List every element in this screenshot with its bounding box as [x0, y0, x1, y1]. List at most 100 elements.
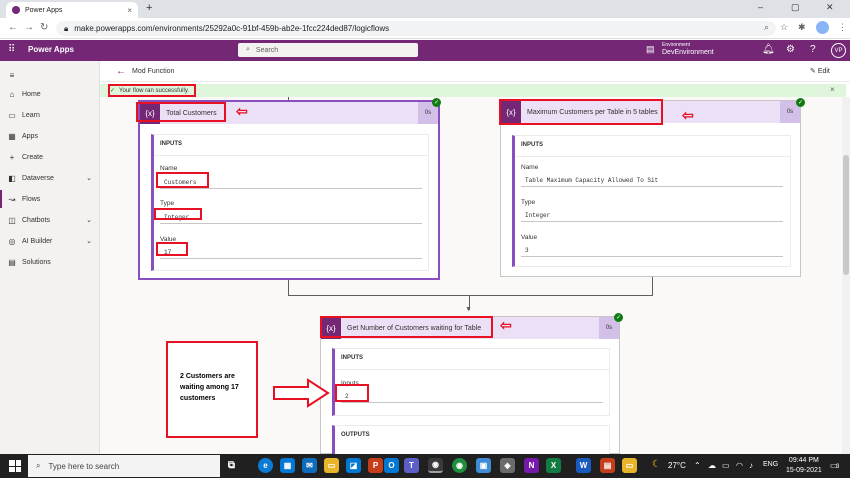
- tab-close-icon[interactable]: ×: [127, 6, 132, 15]
- language-indicator[interactable]: ENG: [763, 461, 778, 468]
- annotation-arrow-icon: ⇦: [500, 317, 512, 333]
- zoom-icon[interactable]: ⌕: [764, 22, 769, 33]
- outputs-header: OUTPUTS: [341, 432, 370, 438]
- annotation-highlight-box: [108, 84, 196, 97]
- banner-close-icon[interactable]: ×: [830, 85, 835, 94]
- settings-gear-icon[interactable]: ⚙: [786, 44, 795, 55]
- chrome-active-icon[interactable]: ◉: [428, 458, 443, 473]
- address-bar[interactable]: 🔒︎ make.powerapps.com/environments/25292…: [56, 21, 776, 36]
- connector-line: [288, 279, 289, 295]
- sidebar-item-home[interactable]: ⌂ Home: [0, 85, 100, 103]
- store-icon[interactable]: ▦: [280, 458, 295, 473]
- success-check-icon: ✓: [614, 313, 623, 322]
- app-title[interactable]: Power Apps: [28, 45, 74, 54]
- outlook-icon[interactable]: O: [384, 458, 399, 473]
- remote-desktop-icon[interactable]: ▣: [476, 458, 491, 473]
- outputs-section: OUTPUTS: [332, 425, 610, 455]
- reload-icon[interactable]: ↻: [40, 22, 48, 33]
- home-icon: ⌂: [9, 89, 15, 99]
- powerapps-favicon-icon: [12, 6, 20, 14]
- browser-tab[interactable]: Power Apps ×: [6, 2, 138, 18]
- type-value: Integer: [521, 209, 783, 222]
- onenote-icon[interactable]: N: [524, 458, 539, 473]
- window-minimize-icon[interactable]: –: [758, 2, 763, 12]
- divider: [335, 369, 609, 370]
- window-close-icon[interactable]: ✕: [826, 2, 834, 13]
- notifications-icon[interactable]: 🔔︎: [762, 44, 775, 55]
- environment-icon: ▤: [646, 44, 655, 54]
- type-label: Type: [160, 200, 175, 207]
- tray-chevron-icon[interactable]: ⌃: [694, 461, 701, 470]
- back-arrow-icon[interactable]: ←: [116, 66, 126, 77]
- annotation-highlight-box: [136, 102, 226, 122]
- value-label: Value: [521, 234, 538, 241]
- taskbar-search-input[interactable]: ⌕ Type here to search: [28, 455, 220, 477]
- back-icon[interactable]: ←: [8, 22, 18, 33]
- battery-icon[interactable]: ▭: [722, 461, 730, 470]
- inputs-header: INPUTS: [521, 142, 544, 148]
- weather-moon-icon: ☾: [652, 459, 661, 470]
- sidebar-item-create[interactable]: + Create: [0, 148, 100, 166]
- file-explorer-icon[interactable]: ▭: [324, 458, 339, 473]
- sidebar-item-ai-builder[interactable]: ◎ AI Builder ⌄: [0, 232, 100, 250]
- environment-name[interactable]: DevEnvironment: [662, 49, 714, 56]
- inputs-value: 2: [341, 390, 603, 403]
- app-icon[interactable]: ◈: [500, 458, 515, 473]
- extensions-icon[interactable]: ✱: [798, 22, 806, 33]
- chrome-icon[interactable]: ◉: [452, 458, 467, 473]
- connector-arrow-icon: ▼: [465, 306, 472, 313]
- weather-temperature[interactable]: 27°C: [668, 461, 686, 470]
- chevron-down-icon[interactable]: ⌄: [86, 216, 92, 224]
- task-view-icon[interactable]: ⧉: [224, 458, 239, 473]
- flow-icon: ↝: [8, 194, 16, 204]
- sidebar-item-label: Dataverse: [22, 174, 54, 182]
- volume-icon[interactable]: ♪: [749, 461, 753, 470]
- browser-menu-icon[interactable]: ⋮: [838, 22, 847, 33]
- nav-collapse-button[interactable]: ≡: [0, 66, 100, 84]
- word-icon[interactable]: W: [576, 458, 591, 473]
- plus-icon: +: [9, 152, 15, 162]
- office-icon[interactable]: ▤: [600, 458, 615, 473]
- chevron-down-icon[interactable]: ⌄: [86, 174, 92, 182]
- sidebar-item-label: Learn: [22, 111, 40, 119]
- edit-label: Edit: [817, 68, 830, 75]
- bookmark-star-icon[interactable]: ☆: [780, 22, 788, 33]
- help-icon[interactable]: ?: [810, 44, 816, 55]
- sidebar-item-label: Chatbots: [22, 216, 51, 224]
- photos-icon[interactable]: ◪: [346, 458, 361, 473]
- windows-start-icon[interactable]: [9, 460, 21, 472]
- excel-icon[interactable]: X: [546, 458, 561, 473]
- window-restore-icon[interactable]: ▢: [791, 2, 800, 13]
- sidebar-item-solutions[interactable]: ▤ Solutions: [0, 253, 100, 271]
- app-launcher-icon[interactable]: ⠿: [8, 44, 15, 55]
- edit-button[interactable]: ✎ Edit: [810, 67, 830, 75]
- teams-icon[interactable]: T: [404, 458, 419, 473]
- user-avatar[interactable]: VP: [831, 43, 846, 58]
- search-input[interactable]: ⌕ Search: [238, 43, 418, 57]
- sidebar-item-apps[interactable]: ▦ Apps: [0, 127, 100, 145]
- edge-icon[interactable]: e: [258, 458, 273, 473]
- system-clock[interactable]: 09:44 PM 15-09-2021: [786, 456, 822, 476]
- wifi-icon[interactable]: ◠: [736, 461, 743, 470]
- action-card-maximum-customers[interactable]: {x} Maximum Customers per Table in 5 tab…: [500, 100, 801, 277]
- browser-profile-avatar[interactable]: [816, 21, 829, 34]
- sidebar-item-dataverse[interactable]: ◧ Dataverse ⌄: [0, 169, 100, 187]
- powerpoint-icon[interactable]: P: [368, 458, 383, 473]
- sidebar-item-learn[interactable]: ▭ Learn: [0, 106, 100, 124]
- new-tab-icon[interactable]: +: [146, 2, 152, 14]
- canvas-scrollbar[interactable]: [842, 97, 850, 454]
- sidebar-item-label: Solutions: [22, 258, 51, 266]
- success-banner: ✓ Your flow ran successfully.: [100, 84, 846, 97]
- pencil-icon: ✎: [810, 68, 818, 75]
- canvas-scrollbar-thumb[interactable]: [843, 155, 849, 275]
- sidebar-item-label: Apps: [22, 132, 38, 140]
- forward-icon[interactable]: →: [24, 22, 34, 33]
- browser-tab-title: Power Apps: [25, 6, 63, 14]
- chevron-down-icon[interactable]: ⌄: [86, 237, 92, 245]
- sidebar-item-chatbots[interactable]: ◫ Chatbots ⌄: [0, 211, 100, 229]
- sidebar-item-flows[interactable]: ↝ Flows: [0, 190, 100, 208]
- folder-icon[interactable]: ▭: [622, 458, 637, 473]
- mail-icon[interactable]: ✉: [302, 458, 317, 473]
- onedrive-cloud-icon[interactable]: ☁: [708, 461, 716, 470]
- environment-label: Environment: [662, 42, 691, 48]
